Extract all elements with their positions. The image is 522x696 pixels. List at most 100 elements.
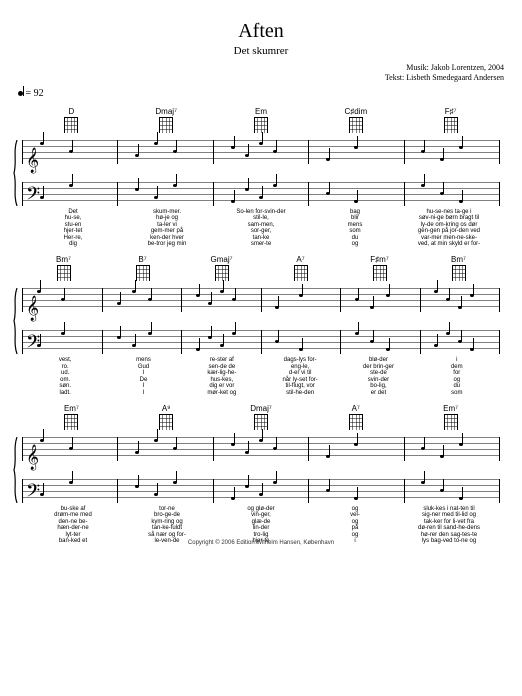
lyric-syllable: i [418,357,496,363]
lyric-syllable: sig-ner med til-lid og [402,512,496,518]
sheet-music-page: Aften Det skumrer Musik: Jakob Lorentzen… [0,0,522,552]
copyright-footer: Copyright © 2006 Edition Wilhelm Hansen,… [0,540,522,546]
chord-diagram: D [24,107,119,138]
lyric-syllable: ste-de [339,370,417,376]
lyrics-block: vest,mensre-ster afdags-lys for-blø-deri… [18,357,504,396]
chord-name: B⁷ [103,255,182,264]
fret-diagram-icon [373,265,387,281]
lyric-syllable: blø-der [339,357,417,363]
lyric-syllable: sor-ger, [214,228,308,234]
chord-name: Gmaj⁷ [182,255,261,264]
lyric-syllable: re-ster af [183,357,261,363]
chord-row: DDmaj⁷EmC♯dimF♯⁷ [18,107,504,140]
lyric-syllable: og glø-der [214,506,308,512]
fret-diagram-icon [444,117,458,133]
lyric-syllable: den-ne be- [26,519,120,525]
chord-name: A⁹ [119,404,214,413]
tempo-value: = 92 [26,88,44,99]
song-subtitle: Det skumrer [18,45,504,57]
lyric-syllable: bro-ge-de [120,512,214,518]
lyric-syllable: I [104,370,182,376]
chord-name: F♯m⁷ [340,255,419,264]
lyric-syllable: lin-der [214,525,308,531]
chord-diagram: Em⁷ [403,404,498,435]
lyric-syllable: tor-ne [120,506,214,512]
lyric-syllable: tro-lig [214,532,308,538]
lyric-line: lyt-terså nær og for-tro-ligoghø-rer den… [26,532,496,538]
fret-diagram-icon [254,414,268,430]
system-2: Bm⁷B⁷Gmaj⁷A⁷F♯m⁷Bm⁷𝄞𝄢vest,mensre-ster af… [18,255,504,396]
lyric-syllable: drøm-me med [26,512,120,518]
lyric-line: bu-ske aftor-neog glø-derogsluk-kes i na… [26,506,496,512]
lyric-syllable: så nær og for- [120,532,214,538]
lyric-syllable: stil-he-den [261,390,339,396]
chord-diagram: Gmaj⁷ [182,255,261,286]
lyric-syllable: kær-lig-he- [183,370,261,376]
lyric-syllable: hæn-der-ne [26,525,120,531]
chord-name: Em⁷ [403,404,498,413]
lyric-syllable: og [308,506,402,512]
lyric-syllable: sam-men, [214,222,308,228]
lyric-syllable: og [308,519,402,525]
lyric-syllable: når ly-set for- [261,377,339,383]
lyric-line: den-ne be-kym-ring ogglæ-deogtak-ker for… [26,519,496,525]
chord-diagram: A⁷ [308,404,403,435]
lyric-syllable: ta-ler vi [120,222,214,228]
lyric-syllable: De [104,377,182,383]
lyric-line: søn.Idig er vortil-flugt, vorbo-lig,du [26,383,496,389]
lyric-syllable: søv-ni-ge børn bragt til [402,215,496,221]
lyric-syllable: hø-rer den sag-tes-te [402,532,496,538]
chord-row: Bm⁷B⁷Gmaj⁷A⁷F♯m⁷Bm⁷ [18,255,504,288]
chord-name: Dmaj⁷ [214,404,309,413]
lyric-line: stu-enta-ler visam-men,mensly-de om-krin… [26,222,496,228]
fret-diagram-icon [159,117,173,133]
chord-diagram: F♯m⁷ [340,255,419,286]
lyric-syllable: bag [308,209,402,215]
lyric-syllable: søn. [26,383,104,389]
text-credit: Tekst: Lisbeth Smedegaard Andersen [18,73,504,83]
chord-name: Bm⁷ [419,255,498,264]
credits: Musik: Jakob Lorentzen, 2004 Tekst: Lisb… [18,63,504,84]
lyric-syllable: vest, [26,357,104,363]
lyric-syllable: som [418,390,496,396]
lyric-syllable: eng-le, [261,364,339,370]
system-1: DDmaj⁷EmC♯dimF♯⁷𝄞𝄢Detskum-mer.So-len for… [18,107,504,248]
grand-staff: 𝄞𝄢 [18,437,504,503]
lyric-syllable: So-len for-svin-der [214,209,308,215]
chord-diagram: A⁷ [261,255,340,286]
lyric-syllable: dags-lys for- [261,357,339,363]
lyric-syllable: skum-mer. [120,209,214,215]
chord-diagram: Bm⁷ [419,255,498,286]
lyrics-block: bu-ske aftor-neog glø-derogsluk-kes i na… [18,506,504,545]
chord-name: D [24,107,119,116]
chord-name: A⁷ [261,255,340,264]
lyric-syllable: I [104,383,182,389]
chord-diagram: C♯dim [308,107,403,138]
lyric-syllable: gen-gen på jor-den ved [402,228,496,234]
lyric-syllable: mens [104,357,182,363]
fret-diagram-icon [57,265,71,281]
chord-row: Em⁷A⁹Dmaj⁷A⁷Em⁷ [18,404,504,437]
lyric-syllable: stu-en [26,222,120,228]
lyric-syllable: mør-ket og [183,390,261,396]
lyric-syllable: er det [339,390,417,396]
lyric-syllable: og [308,241,402,247]
lyric-syllable: d-er vi til [261,370,339,376]
fret-diagram-icon [349,117,363,133]
lyric-syllable: stil-le, [214,215,308,221]
lyric-syllable: for [418,370,496,376]
chord-diagram: Dmaj⁷ [119,107,214,138]
lyric-syllable: hus-kes, [183,377,261,383]
lyric-syllable: hjer-tet [26,228,120,234]
fret-diagram-icon [64,117,78,133]
lyric-syllable: be-tror jeg min [120,241,214,247]
chord-diagram: B⁷ [103,255,182,286]
fret-diagram-icon [254,117,268,133]
lyric-syllable: vin-ger, [214,512,308,518]
chord-name: C♯dim [308,107,403,116]
lyric-syllable: gem-mer på [120,228,214,234]
lyric-line: Detskum-mer.So-len for-svin-derbaghu-se-… [26,209,496,215]
lyric-syllable: sen-de de [183,364,261,370]
lyric-syllable: dig [26,241,120,247]
lyric-syllable: lyt-ter [26,532,120,538]
